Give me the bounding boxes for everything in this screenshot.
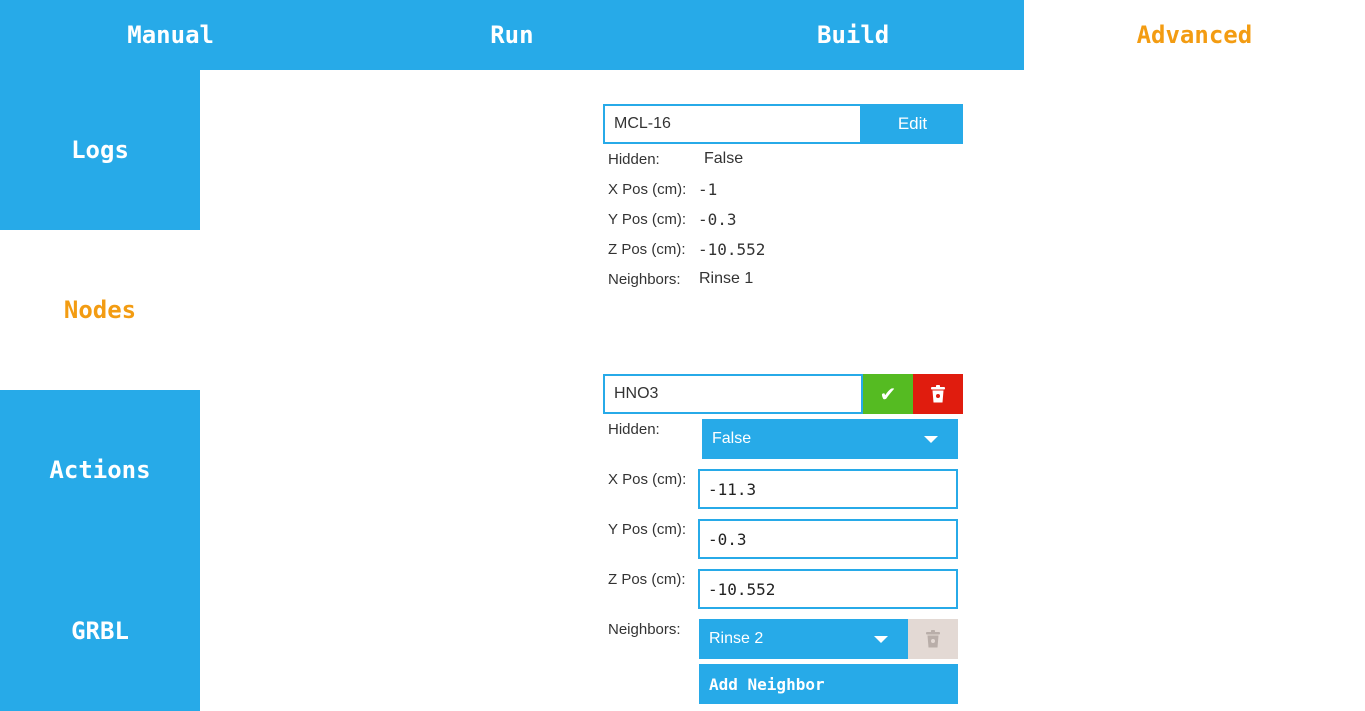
node-name-input[interactable]: HNO3 — [603, 374, 863, 414]
confirm-button[interactable]: ✔ — [863, 374, 913, 414]
x-pos-value: -1 — [698, 180, 718, 199]
z-pos-label: Z Pos (cm): — [608, 241, 686, 258]
sidebar: Logs Nodes Actions GRBL — [0, 70, 200, 711]
hidden-label: Hidden: — [608, 151, 660, 168]
trash-icon — [931, 385, 945, 403]
hidden-select-value: False — [712, 430, 752, 447]
tab-run[interactable]: Run — [341, 0, 683, 70]
add-neighbor-button[interactable]: Add Neighbor — [699, 664, 958, 704]
node-name: MCL-16 — [603, 104, 862, 144]
remove-neighbor-button[interactable] — [908, 619, 958, 659]
node-header: MCL-16 Edit — [603, 104, 963, 144]
delete-node-button[interactable] — [913, 374, 963, 414]
hidden-label: Hidden: — [608, 421, 660, 438]
top-tab-bar: Manual Run Build Advanced — [0, 0, 1365, 70]
y-pos-label: Y Pos (cm): — [608, 521, 687, 538]
caret-down-icon — [924, 436, 938, 443]
trash-icon — [926, 630, 940, 648]
z-pos-input[interactable]: -10.552 — [698, 569, 958, 609]
node-card-view: MCL-16 Edit Hidden: False X Pos (cm): -1… — [603, 104, 963, 304]
neighbors-value: Rinse 1 — [699, 270, 754, 287]
tab-build[interactable]: Build — [682, 0, 1024, 70]
tab-advanced[interactable]: Advanced — [1023, 0, 1365, 70]
y-pos-value: -0.3 — [698, 210, 737, 229]
tab-manual[interactable]: Manual — [0, 0, 342, 70]
sidebar-item-grbl[interactable]: GRBL — [0, 550, 200, 711]
check-icon: ✔ — [879, 383, 897, 406]
neighbors-label: Neighbors: — [608, 621, 681, 638]
sidebar-item-nodes[interactable]: Nodes — [0, 230, 200, 390]
y-pos-label: Y Pos (cm): — [608, 211, 687, 228]
node-card-edit: HNO3 ✔ Hidden: False X Pos (cm): -11.3 Y… — [603, 374, 963, 704]
y-pos-input[interactable]: -0.3 — [698, 519, 958, 559]
hidden-select[interactable]: False — [702, 419, 958, 459]
hidden-value: False — [704, 150, 744, 167]
edit-button[interactable]: Edit — [862, 104, 963, 144]
x-pos-label: X Pos (cm): — [608, 181, 687, 198]
x-pos-label: X Pos (cm): — [608, 471, 687, 488]
neighbor-select-value: Rinse 2 — [709, 630, 764, 647]
neighbor-select[interactable]: Rinse 2 — [699, 619, 908, 659]
neighbors-label: Neighbors: — [608, 271, 681, 288]
sidebar-item-actions[interactable]: Actions — [0, 390, 200, 550]
x-pos-input[interactable]: -11.3 — [698, 469, 958, 509]
sidebar-item-logs[interactable]: Logs — [0, 70, 200, 230]
caret-down-icon — [874, 636, 888, 643]
node-edit-header: HNO3 ✔ — [603, 374, 963, 414]
z-pos-value: -10.552 — [698, 240, 766, 259]
z-pos-label: Z Pos (cm): — [608, 571, 686, 588]
